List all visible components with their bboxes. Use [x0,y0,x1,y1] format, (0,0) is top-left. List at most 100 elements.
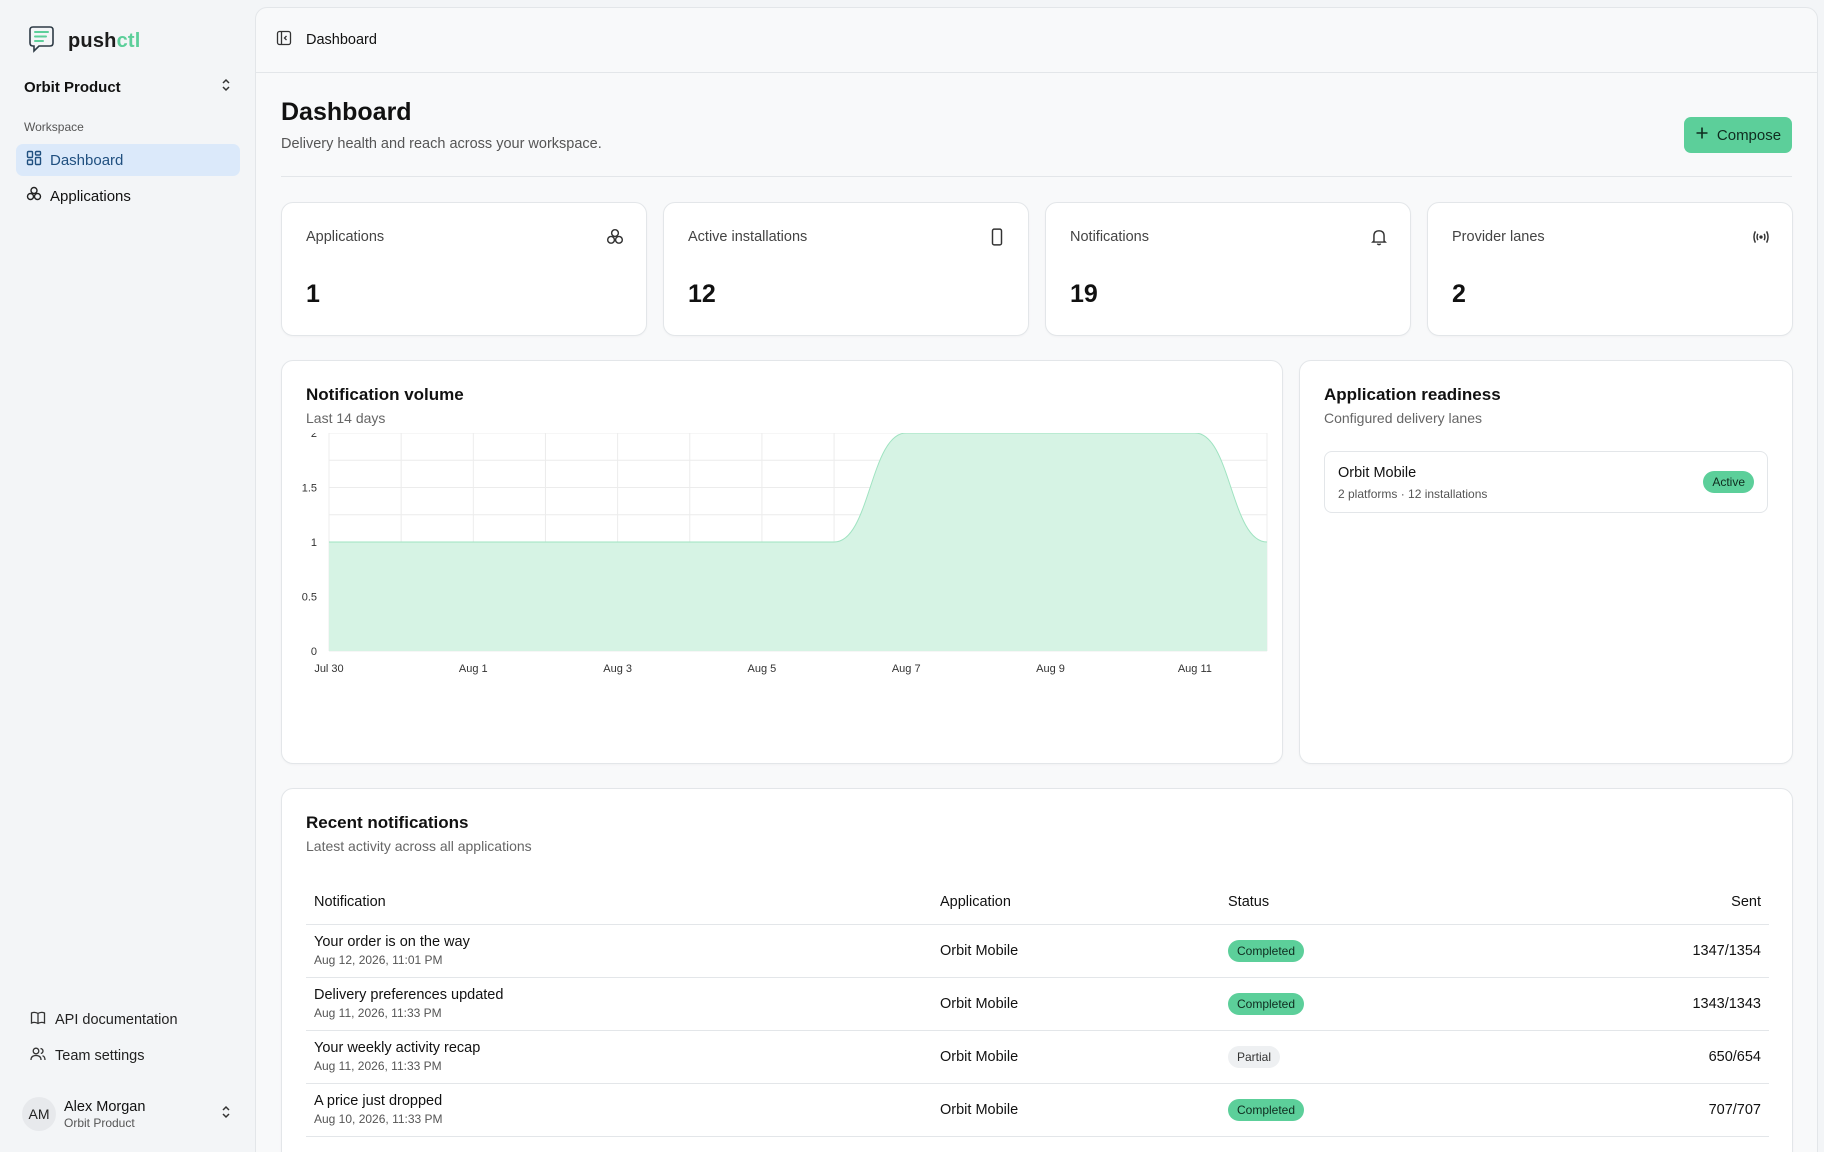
stat-label: Provider lanes [1452,229,1545,245]
sidebar-toggle-icon[interactable] [276,30,292,51]
recent-notifications-card: Recent notifications Latest activity acr… [281,788,1793,1152]
notification-date: Aug 11, 2026, 11:33 PM [314,1059,442,1073]
card-title: Notification volume [306,385,464,404]
page-subtitle: Delivery health and reach across your wo… [281,136,602,152]
stat-card-provider-lanes: Provider lanes 2 [1427,202,1793,336]
card-subtitle: Latest activity across all applications [306,838,532,854]
application-cell: Orbit Mobile [932,977,1220,1031]
sent-cell: 1343/1343 [1520,977,1769,1031]
user-menu[interactable]: AM Alex Morgan Orbit Product [22,1094,232,1134]
notification-cell: Your weekly activity recap Aug 11, 2026, … [306,1030,932,1084]
notification-volume-card: Notification volume Last 14 days 0 0.5 1 1.… [281,360,1283,764]
breadcrumb: Dashboard [306,32,377,48]
sidebar-item-applications[interactable]: Applications [16,180,240,212]
card-title: Application readiness [1324,385,1501,404]
stat-label: Applications [306,229,385,245]
x-tick-label: Aug 3 [603,663,632,675]
app-name: Orbit Mobile [1338,465,1417,481]
logo-icon [26,24,56,59]
brand-logo[interactable]: pushctl [26,24,141,59]
sent-cell [1520,1136,1769,1152]
avatar: AM [22,1097,56,1131]
notification-volume-chart: 0 0.5 1 1.5 2 Jul 30 Aug 1 Aug 3 Aug 5 Aug 7 Aug 9… [302,433,1268,675]
team-settings-label: Team settings [55,1048,145,1064]
status-cell: Completed [1220,1136,1520,1152]
status-cell: Completed [1220,924,1520,978]
stat-card-notifications: Notifications 19 [1045,202,1411,336]
api-documentation-label: API documentation [55,1012,178,1028]
org-switcher[interactable]: Orbit Product [24,76,232,98]
team-settings-link[interactable]: Team settings [30,1046,144,1066]
application-cell: Orbit Mobile [932,1083,1220,1137]
users-icon [30,1046,46,1066]
column-header-notification[interactable]: Notification [306,881,932,925]
sent-cell: 1347/1354 [1520,924,1769,978]
book-icon [30,1010,46,1030]
y-tick-label: 2 [311,433,317,440]
status-badge: Completed [1228,992,1305,1015]
x-tick-label: Aug 11 [1178,663,1212,675]
x-tick-label: Jul 30 [314,663,343,675]
notification-date: Aug 11, 2026, 11:33 PM [314,1006,442,1020]
notification-title: Your weekly activity recap [314,1040,481,1056]
application-cell: Orbit Mobile [932,924,1220,978]
apps-icon [26,186,42,206]
stat-value: 1 [306,280,320,308]
org-name: Orbit Product [24,78,121,96]
grid-icon [26,150,42,170]
table-row[interactable]: Delivery preferences updated Aug 11, 2026… [306,977,1769,1031]
stat-card-applications: Applications 1 [281,202,647,336]
page-title: Dashboard [281,98,412,126]
api-documentation-link[interactable]: API documentation [30,1010,178,1030]
plus-icon [1695,126,1709,144]
stat-card-active-installations: Active installations 12 [663,202,1029,336]
y-tick-label: 1.5 [302,483,317,495]
table-row[interactable]: Your order is on the way Aug 12, 2026, 11… [306,924,1769,978]
status-cell: Completed [1220,1083,1520,1137]
status-cell: Partial [1220,1030,1520,1084]
compose-button[interactable]: Compose [1684,117,1792,153]
compose-label: Compose [1716,126,1782,144]
stat-value: 2 [1452,280,1466,308]
notification-title: Your order is on the way [314,934,470,950]
application-cell: Orbit Mobile [932,1136,1220,1152]
user-name: Alex Morgan [64,1098,146,1115]
status-badge: Completed [1228,1098,1305,1121]
notification-date: Aug 10, 2026, 11:33 PM [314,1112,443,1126]
app-meta: 2 platforms · 12 installations [1338,487,1488,501]
chevron-updown-icon [220,78,232,97]
phone-icon [988,228,1006,246]
topbar: Dashboard [256,8,1817,73]
card-subtitle: Configured delivery lanes [1324,410,1482,426]
x-tick-label: Aug 7 [892,663,921,675]
stat-label: Active installations [688,229,808,245]
sidebar-item-dashboard[interactable]: Dashboard [16,144,240,176]
section-label-workspace: Workspace [24,120,84,134]
column-header-sent[interactable]: Sent [1520,881,1769,925]
table-row[interactable]: A price just dropped Aug 10, 2026, 11:33 … [306,1083,1769,1137]
y-tick-label: 0.5 [302,592,317,604]
x-tick-label: Aug 5 [748,663,777,675]
apps-icon [606,228,624,246]
application-cell: Orbit Mobile [932,1030,1220,1084]
chevron-updown-icon [220,1105,232,1124]
bell-icon [1370,228,1388,246]
sidebar-item-label: Applications [50,187,131,205]
status-badge: Partial [1228,1045,1281,1068]
table-row[interactable]: Your weekly activity recap Aug 11, 2026, … [306,1030,1769,1084]
sent-cell: 707/707 [1520,1083,1769,1137]
notification-cell: Your order is on the way Aug 12, 2026, 11… [306,924,932,978]
x-tick-label: Aug 9 [1036,663,1065,675]
notification-cell: Delivery preferences updated Aug 11, 2026… [306,977,932,1031]
status-badge: Completed [1228,939,1305,962]
main-panel: Dashboard Dashboard Delivery health and … [255,7,1818,1152]
sent-cell: 650/654 [1520,1030,1769,1084]
column-header-application[interactable]: Application [932,881,1220,925]
readiness-item[interactable]: Orbit Mobile 2 platforms · 12 installati… [1324,451,1768,513]
divider [281,176,1792,177]
table-row[interactable]: Monthly product digestOrbit MobileComple… [306,1136,1769,1152]
notification-date: Aug 12, 2026, 11:01 PM [314,953,443,967]
y-tick-label: 1 [311,537,317,549]
table-header-row: Notification Application Status Sent [306,881,1769,925]
column-header-status[interactable]: Status [1220,881,1520,925]
